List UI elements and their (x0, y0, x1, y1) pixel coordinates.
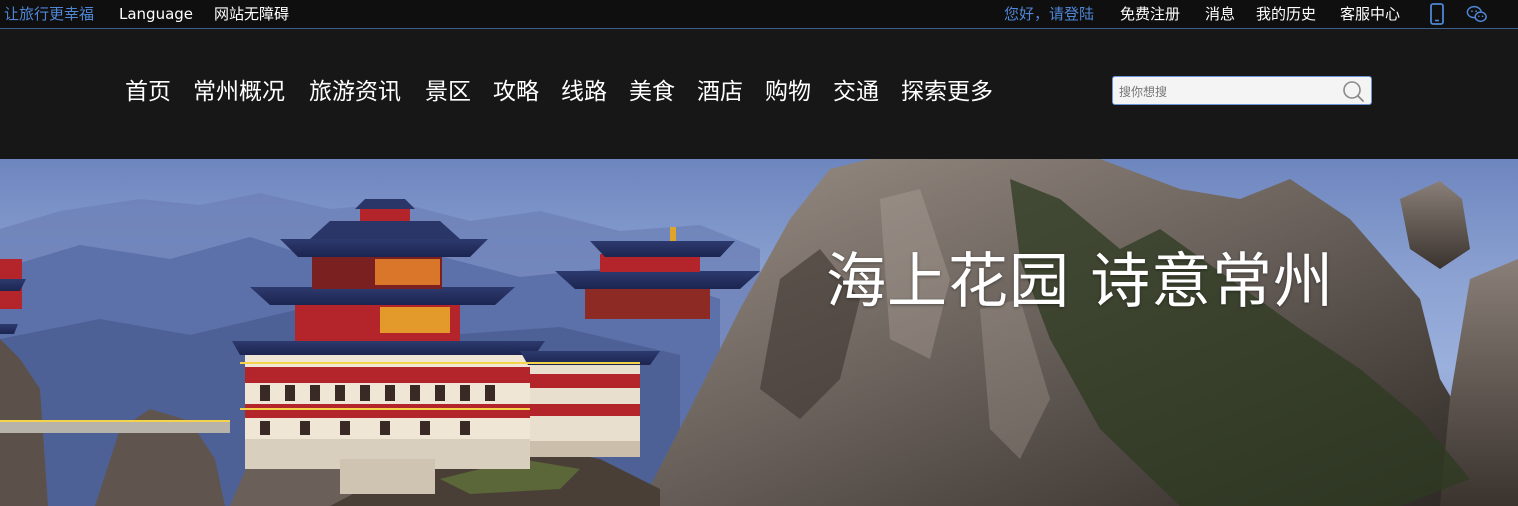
nav-item-explore-more[interactable]: 探索更多 (901, 77, 993, 107)
nav-item-guides[interactable]: 攻略 (493, 77, 539, 107)
nav-item-overview[interactable]: 常州概况 (193, 77, 285, 107)
accessibility-link[interactable]: 网站无障碍 (214, 4, 289, 24)
hero-banner: 海上花园 诗意常州 (0, 159, 1518, 506)
nav-item-transport[interactable]: 交通 (833, 77, 879, 107)
nav-item-news[interactable]: 旅游资讯 (309, 77, 401, 107)
search-input[interactable] (1117, 80, 1336, 103)
slogan-link[interactable]: 让旅行更幸福 (4, 4, 94, 24)
service-center-link[interactable]: 客服中心 (1340, 4, 1400, 24)
mobile-icon[interactable] (1426, 3, 1448, 25)
nav-item-home[interactable]: 首页 (125, 77, 171, 107)
nav-item-shopping[interactable]: 购物 (765, 77, 811, 107)
nav-item-food[interactable]: 美食 (629, 77, 675, 107)
nav-item-hotels[interactable]: 酒店 (697, 77, 743, 107)
messages-link[interactable]: 消息 (1205, 4, 1235, 24)
language-link[interactable]: Language (119, 4, 193, 24)
search-icon[interactable] (1341, 79, 1365, 103)
login-link[interactable]: 您好，请登陆 (1004, 4, 1094, 24)
hero-title: 海上花园 诗意常州 (826, 247, 1335, 317)
nav-item-scenic[interactable]: 景区 (425, 77, 471, 107)
hero-landscape-image (0, 159, 1518, 506)
main-header: 首页 常州概况 旅游资讯 景区 攻略 线路 美食 酒店 购物 交通 探索更多 (0, 29, 1518, 159)
register-link[interactable]: 免费注册 (1120, 4, 1180, 24)
nav-item-routes[interactable]: 线路 (561, 77, 607, 107)
search-box (1112, 76, 1372, 105)
wechat-icon[interactable] (1466, 3, 1488, 25)
top-bar: 让旅行更幸福 Language 网站无障碍 您好，请登陆 免费注册 消息 我的历… (0, 0, 1518, 29)
history-link[interactable]: 我的历史 (1256, 4, 1316, 24)
